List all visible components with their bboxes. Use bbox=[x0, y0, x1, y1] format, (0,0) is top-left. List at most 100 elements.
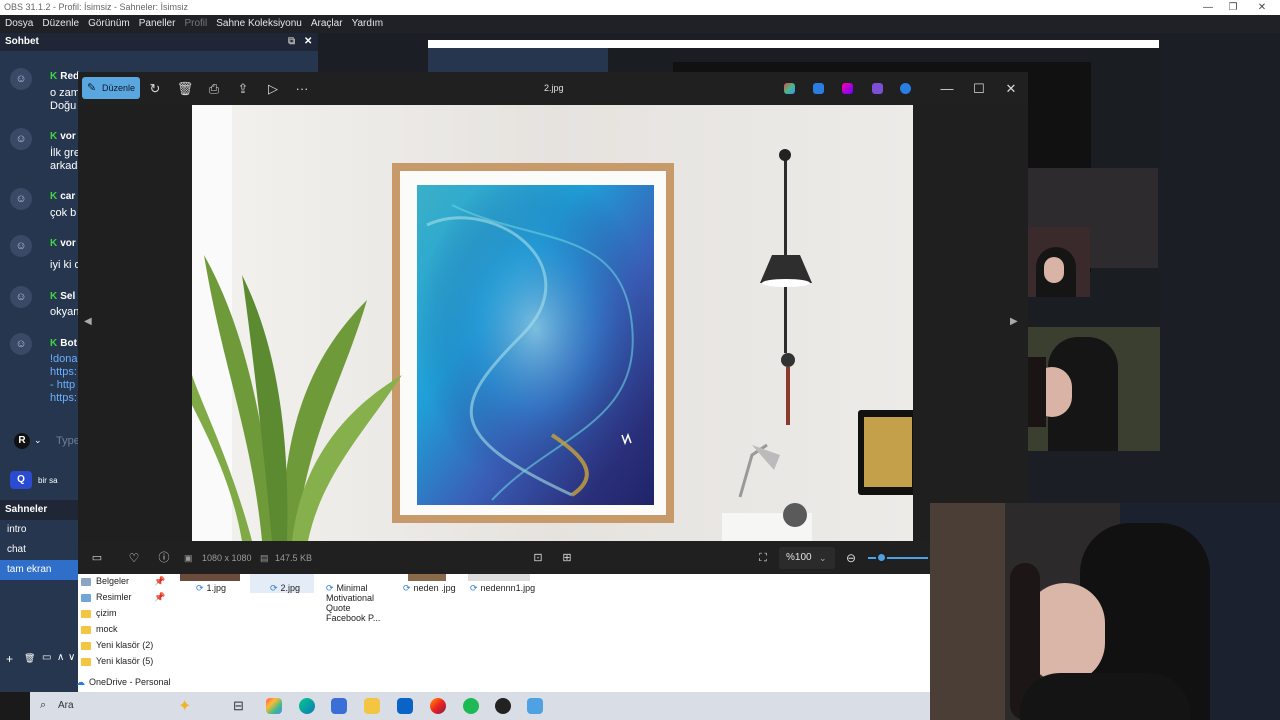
taskbar-search-input[interactable]: Ara bbox=[58, 700, 74, 711]
sync-icon: ⟳ bbox=[326, 583, 334, 593]
person bbox=[1044, 257, 1064, 283]
thumbnail bbox=[408, 573, 446, 581]
info-icon[interactable]: ⓘ bbox=[155, 549, 173, 567]
spotify-icon[interactable] bbox=[463, 698, 479, 714]
obs-menu-bar: Dosya Düzenle Görünüm Paneller Profil Sahne K… bbox=[0, 15, 1280, 33]
store-icon[interactable] bbox=[331, 698, 347, 714]
menu-duzenle[interactable]: Düzenle bbox=[42, 18, 79, 29]
maximize-button[interactable]: ❐ bbox=[1223, 0, 1243, 15]
menu-paneller[interactable]: Paneller bbox=[139, 18, 176, 29]
windows-taskbar: ⌕ Ara ✦ ⊟ bbox=[0, 692, 930, 720]
nav-item-onedrive[interactable]: ☁ OneDrive - Personal bbox=[76, 674, 171, 690]
close-dock-icon[interactable]: ✕ bbox=[304, 33, 312, 51]
file-item[interactable]: ⟳ 1.jpg bbox=[196, 583, 226, 593]
nav-item-yeni-klasor-5[interactable]: Yeni klasör (5) bbox=[81, 653, 153, 669]
firefox-icon[interactable] bbox=[430, 698, 446, 714]
menu-profil[interactable]: Profil bbox=[184, 18, 207, 29]
chevron-down-icon[interactable]: ⌄ bbox=[34, 435, 42, 446]
chat-text[interactable]: !dona https: - http https: bbox=[50, 353, 78, 405]
cloud-icon: ☁ bbox=[76, 677, 85, 687]
image-resolution: 1080 x 1080 bbox=[202, 553, 252, 563]
copilot-icon[interactable]: ✦ bbox=[178, 696, 191, 716]
delete-icon[interactable]: 🗑 bbox=[176, 80, 194, 98]
add-scene-button[interactable]: + bbox=[6, 652, 13, 666]
obs-icon[interactable] bbox=[495, 698, 511, 714]
filmstrip-icon[interactable]: ▭ bbox=[88, 549, 106, 567]
move-up-icon[interactable]: ∧ bbox=[57, 652, 64, 663]
fit-screen-icon[interactable]: ⊡ bbox=[529, 549, 547, 567]
rotate-icon[interactable]: ↻ bbox=[146, 80, 164, 98]
minimize-button[interactable]: — bbox=[1198, 0, 1218, 15]
next-image-button[interactable]: ▶ bbox=[1010, 316, 1018, 327]
move-down-icon[interactable]: ∨ bbox=[68, 652, 75, 663]
user-avatar-icon: ☺ bbox=[10, 333, 32, 355]
scene-item-chat[interactable]: chat bbox=[0, 540, 78, 560]
outlook-icon[interactable] bbox=[397, 698, 413, 714]
edit-button[interactable]: ✎ Düzenle bbox=[82, 77, 140, 99]
scene-filters-icon[interactable]: ▭ bbox=[42, 652, 51, 663]
copilot-icon[interactable] bbox=[784, 83, 795, 94]
file-size-icon: ▤ bbox=[260, 553, 269, 563]
sync-icon: ⟳ bbox=[270, 583, 278, 593]
clipchamp-icon[interactable] bbox=[842, 83, 853, 94]
viewer-file-title: 2.jpg bbox=[544, 83, 564, 93]
close-button[interactable]: ✕ bbox=[1252, 0, 1272, 15]
clipchamp-video-icon[interactable] bbox=[872, 83, 883, 94]
file-item[interactable]: ⟳ nedennn1.jpg bbox=[470, 583, 535, 593]
file-explorer: Belgeler 📌 Resimler 📌 çizim mock Yeni klas… bbox=[76, 573, 930, 693]
menu-gorunum[interactable]: Görünüm bbox=[88, 18, 130, 29]
photos-icon[interactable] bbox=[527, 698, 543, 714]
menu-yardim[interactable]: Yardım bbox=[352, 18, 384, 29]
file-item[interactable]: ⟳ Minimal Motivational Quote Facebook P..… bbox=[326, 583, 388, 623]
task-view-icon[interactable]: ⊟ bbox=[233, 698, 244, 714]
file-item[interactable]: ⟳ 2.jpg bbox=[270, 583, 300, 593]
thumbnail bbox=[180, 573, 240, 581]
nav-item-mock[interactable]: mock bbox=[81, 621, 118, 637]
close-button[interactable]: ✕ bbox=[1002, 80, 1020, 98]
viewer-toolbar: ✎ Düzenle ↻ 🗑 ⎙ ⇪ ▷ ··· 2.jpg — ☐ ✕ bbox=[78, 72, 1028, 105]
favorite-icon[interactable]: ♡ bbox=[125, 549, 143, 567]
nav-item-cizim[interactable]: çizim bbox=[81, 605, 117, 621]
webcam-preview-small bbox=[1028, 227, 1090, 297]
files-icon[interactable] bbox=[364, 698, 380, 714]
scene-item-intro[interactable]: intro bbox=[0, 520, 78, 540]
minimize-button[interactable]: — bbox=[938, 80, 956, 98]
nav-item-yeni-klasor-2[interactable]: Yeni klasör (2) bbox=[81, 637, 153, 653]
maximize-button[interactable]: ☐ bbox=[970, 80, 988, 98]
slideshow-icon[interactable]: ▷ bbox=[264, 80, 282, 98]
nav-item-resimler[interactable]: Resimler 📌 bbox=[81, 589, 165, 605]
pictures-icon bbox=[81, 593, 91, 602]
edit-icon: ✎ bbox=[87, 82, 97, 94]
scene-item-tam-ekran[interactable]: tam ekran bbox=[0, 560, 78, 580]
documents-icon bbox=[81, 577, 91, 586]
viewer-image[interactable] bbox=[192, 105, 913, 541]
fit-window-icon[interactable]: ⛶ bbox=[754, 549, 772, 567]
user-avatar-icon: ☺ bbox=[10, 68, 32, 90]
print-icon[interactable]: ⎙ bbox=[205, 80, 223, 98]
edge-icon[interactable] bbox=[299, 698, 315, 714]
undock-icon[interactable]: ⧉ bbox=[288, 33, 295, 51]
previous-image-button[interactable]: ◀ bbox=[84, 316, 92, 327]
hair bbox=[1028, 357, 1046, 427]
chat-input[interactable]: Type bbox=[56, 435, 80, 447]
zoom-out-icon[interactable]: ⊖ bbox=[842, 549, 860, 567]
copilot-app-icon[interactable] bbox=[266, 698, 282, 714]
designer-icon[interactable] bbox=[813, 83, 824, 94]
file-item[interactable]: ⟳ neden .jpg bbox=[403, 583, 456, 593]
zoom-dropdown[interactable]: %100 ⌄ bbox=[779, 547, 835, 569]
search-icon[interactable]: ⌕ bbox=[40, 699, 46, 712]
menu-dosya[interactable]: Dosya bbox=[5, 18, 33, 29]
share-icon[interactable]: ⇪ bbox=[234, 80, 252, 98]
nav-item-belgeler[interactable]: Belgeler 📌 bbox=[81, 573, 165, 589]
zoom-slider-thumb[interactable] bbox=[876, 552, 887, 563]
account-avatar[interactable]: R bbox=[14, 433, 30, 449]
more-icon[interactable]: ··· bbox=[293, 80, 311, 98]
chat-username: Kvor bbox=[50, 238, 76, 249]
menu-sahne-koleksiyonu[interactable]: Sahne Koleksiyonu bbox=[216, 18, 302, 29]
delete-scene-icon[interactable]: 🗑 bbox=[24, 653, 35, 664]
onedrive-icon[interactable] bbox=[900, 83, 911, 94]
menu-araclar[interactable]: Araçlar bbox=[311, 18, 343, 29]
webcam-main bbox=[930, 503, 1280, 720]
actual-size-icon[interactable]: ⊞ bbox=[558, 549, 576, 567]
resolution-icon: ▣ bbox=[184, 553, 193, 563]
